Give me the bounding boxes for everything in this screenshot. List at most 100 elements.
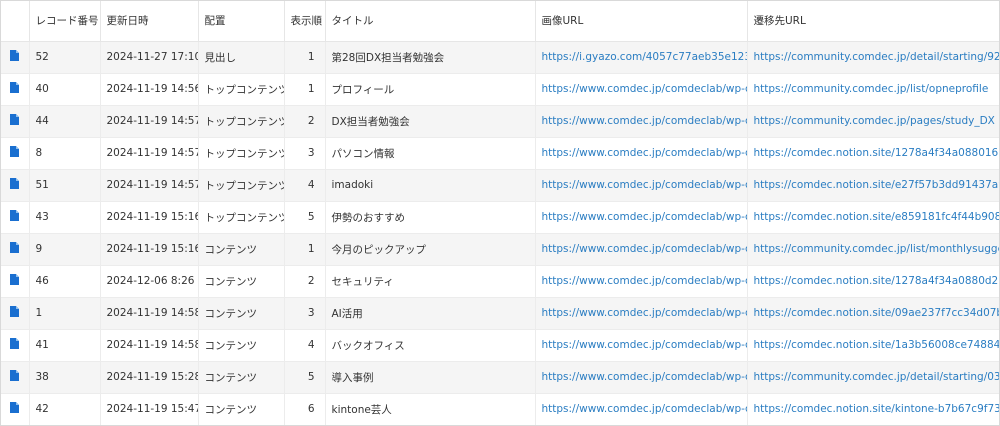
cell-target-url[interactable]: https://community.comdec.jp/list/opnepro… xyxy=(747,73,999,106)
cell-target-url[interactable]: https://comdec.notion.site/1a3b56008ce74… xyxy=(747,329,999,362)
cell-image-url[interactable]: https://www.comdec.jp/comdeclab/wp-co… xyxy=(535,137,748,170)
cell-display-order: 1 xyxy=(284,73,326,106)
cell-title: パソコン情報 xyxy=(325,137,536,170)
document-icon[interactable] xyxy=(10,370,20,384)
cell-updated-at: 2024-12-06 8:26 xyxy=(100,265,199,298)
cell-image-url[interactable]: https://www.comdec.jp/comdeclab/wp-co… xyxy=(535,169,748,202)
cell-target-url[interactable]: https://comdec.notion.site/e27f57b3dd914… xyxy=(747,169,999,202)
cell-display-order: 4 xyxy=(284,329,326,362)
table-row[interactable]: 46 2024-12-06 8:26 コンテンツ 2 セキュリティ https://www… xyxy=(1,265,999,298)
row-detail-cell[interactable] xyxy=(1,73,30,106)
cell-target-url[interactable]: https://comdec.notion.site/kintone-b7b67… xyxy=(747,393,999,425)
cell-record-no: 42 xyxy=(29,393,101,425)
cell-image-url[interactable]: https://www.comdec.jp/comdeclab/wp-co… xyxy=(535,73,748,106)
cell-record-no: 1 xyxy=(29,297,101,330)
cell-updated-at: 2024-11-19 15:16 xyxy=(100,201,199,234)
header-icon-column xyxy=(1,1,30,42)
cell-updated-at: 2024-11-19 14:56 xyxy=(100,73,199,106)
cell-image-url[interactable]: https://www.comdec.jp/comdeclab/wp-co… xyxy=(535,201,748,234)
cell-updated-at: 2024-11-19 14:57 xyxy=(100,169,199,202)
header-updated-at[interactable]: 更新日時 xyxy=(100,1,199,42)
row-detail-cell[interactable] xyxy=(1,137,30,170)
document-icon[interactable] xyxy=(10,146,20,160)
row-detail-cell[interactable] xyxy=(1,201,30,234)
cell-updated-at: 2024-11-19 14:58 xyxy=(100,329,199,362)
header-target-url[interactable]: 遷移先URL xyxy=(747,1,999,42)
row-detail-cell[interactable] xyxy=(1,41,30,74)
header-placement[interactable]: 配置 xyxy=(198,1,285,42)
cell-target-url[interactable]: https://community.comdec.jp/list/monthly… xyxy=(747,233,999,266)
cell-target-url[interactable]: https://comdec.notion.site/1278a4f34a088… xyxy=(747,265,999,298)
cell-display-order: 4 xyxy=(284,169,326,202)
table-row[interactable]: 1 2024-11-19 14:58 コンテンツ 3 AI活用 https://www.c… xyxy=(1,297,999,330)
table-row[interactable]: 44 2024-11-19 14:57 トップコンテンツ 2 DX担当者勉強会 https… xyxy=(1,105,999,138)
row-detail-cell[interactable] xyxy=(1,329,30,362)
document-icon[interactable] xyxy=(10,210,20,224)
table-row[interactable]: 9 2024-11-19 15:16 コンテンツ 1 今月のピックアップ https://… xyxy=(1,233,999,266)
cell-title: プロフィール xyxy=(325,73,536,106)
cell-title: imadoki xyxy=(325,169,536,202)
cell-image-url[interactable]: https://www.comdec.jp/comdeclab/wp-co… xyxy=(535,393,748,425)
cell-updated-at: 2024-11-19 15:28 xyxy=(100,361,199,394)
cell-display-order: 2 xyxy=(284,265,326,298)
table-row[interactable]: 8 2024-11-19 14:57 トップコンテンツ 3 パソコン情報 https://… xyxy=(1,137,999,170)
document-icon[interactable] xyxy=(10,50,20,64)
header-record-no[interactable]: レコード番号 xyxy=(29,1,101,42)
table-row[interactable]: 51 2024-11-19 14:57 トップコンテンツ 4 imadoki https:… xyxy=(1,169,999,202)
cell-image-url[interactable]: https://www.comdec.jp/comdeclab/wp-co… xyxy=(535,105,748,138)
document-icon[interactable] xyxy=(10,242,20,256)
cell-record-no: 43 xyxy=(29,201,101,234)
row-detail-cell[interactable] xyxy=(1,297,30,330)
document-icon[interactable] xyxy=(10,402,20,416)
table-row[interactable]: 43 2024-11-19 15:16 トップコンテンツ 5 伊勢のおすすめ https:… xyxy=(1,201,999,234)
header-display-order[interactable]: 表示順 xyxy=(284,1,326,42)
document-icon[interactable] xyxy=(10,114,20,128)
cell-title: 伊勢のおすすめ xyxy=(325,201,536,234)
cell-target-url[interactable]: https://community.comdec.jp/detail/start… xyxy=(747,361,999,394)
cell-target-url[interactable]: https://comdec.notion.site/09ae237f7cc34… xyxy=(747,297,999,330)
cell-image-url[interactable]: https://www.comdec.jp/comdeclab/wp-co… xyxy=(535,233,748,266)
header-title[interactable]: タイトル xyxy=(325,1,536,42)
cell-target-url[interactable]: https://community.comdec.jp/pages/study_… xyxy=(747,105,999,138)
cell-display-order: 2 xyxy=(284,105,326,138)
cell-image-url[interactable]: https://www.comdec.jp/comdeclab/wp-co… xyxy=(535,265,748,298)
cell-image-url[interactable]: https://i.gyazo.com/4057c77aeb35e12317… xyxy=(535,41,748,74)
cell-image-url[interactable]: https://www.comdec.jp/comdeclab/wp-co… xyxy=(535,361,748,394)
table-row[interactable]: 41 2024-11-19 14:58 コンテンツ 4 バックオフィス https://w… xyxy=(1,329,999,362)
cell-record-no: 46 xyxy=(29,265,101,298)
cell-record-no: 41 xyxy=(29,329,101,362)
cell-title: AI活用 xyxy=(325,297,536,330)
table-row[interactable]: 38 2024-11-19 15:28 コンテンツ 5 導入事例 https://www.… xyxy=(1,361,999,394)
header-image-url[interactable]: 画像URL xyxy=(535,1,748,42)
document-icon[interactable] xyxy=(10,178,20,192)
cell-display-order: 5 xyxy=(284,201,326,234)
cell-record-no: 9 xyxy=(29,233,101,266)
cell-target-url[interactable]: https://community.comdec.jp/detail/start… xyxy=(747,41,999,74)
row-detail-cell[interactable] xyxy=(1,361,30,394)
row-detail-cell[interactable] xyxy=(1,265,30,298)
cell-target-url[interactable]: https://comdec.notion.site/1278a4f34a088… xyxy=(747,137,999,170)
document-icon[interactable] xyxy=(10,338,20,352)
row-detail-cell[interactable] xyxy=(1,105,30,138)
cell-target-url[interactable]: https://comdec.notion.site/e859181fc4f44… xyxy=(747,201,999,234)
row-detail-cell[interactable] xyxy=(1,233,30,266)
cell-image-url[interactable]: https://www.comdec.jp/comdeclab/wp-co… xyxy=(535,297,748,330)
cell-title: 第28回DX担当者勉強会 xyxy=(325,41,536,74)
document-icon[interactable] xyxy=(10,306,20,320)
cell-title: kintone芸人 xyxy=(325,393,536,425)
cell-updated-at: 2024-11-19 14:57 xyxy=(100,105,199,138)
cell-display-order: 3 xyxy=(284,297,326,330)
row-detail-cell[interactable] xyxy=(1,393,30,425)
cell-title: 導入事例 xyxy=(325,361,536,394)
document-icon[interactable] xyxy=(10,82,20,96)
table-row[interactable]: 40 2024-11-19 14:56 トップコンテンツ 1 プロフィール https:/… xyxy=(1,73,999,106)
cell-placement: コンテンツ xyxy=(198,393,285,425)
row-detail-cell[interactable] xyxy=(1,169,30,202)
table-row[interactable]: 42 2024-11-19 15:47 コンテンツ 6 kintone芸人 https:/… xyxy=(1,393,999,425)
table-row[interactable]: 52 2024-11-27 17:10 見出し 1 第28回DX担当者勉強会 https:… xyxy=(1,41,999,74)
cell-title: DX担当者勉強会 xyxy=(325,105,536,138)
document-icon[interactable] xyxy=(10,274,20,288)
cell-display-order: 6 xyxy=(284,393,326,425)
cell-placement: コンテンツ xyxy=(198,297,285,330)
cell-image-url[interactable]: https://www.comdec.jp/comdeclab/wp-co… xyxy=(535,329,748,362)
